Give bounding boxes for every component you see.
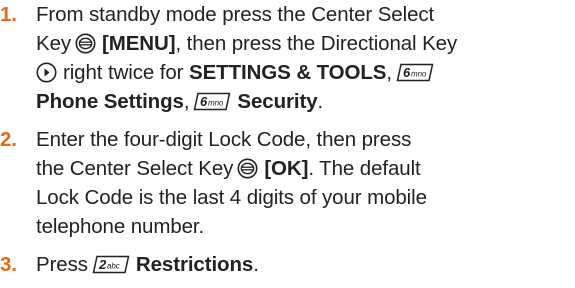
key-6-mno-icon: 6 mno — [193, 92, 231, 111]
svg-text:mno: mno — [208, 98, 224, 107]
step-number: 1. — [0, 3, 17, 26]
step-line: From standby mode press the Center Selec… — [36, 0, 575, 29]
svg-text:6: 6 — [200, 94, 208, 109]
step-text: . — [317, 90, 324, 113]
key-6-mno-icon: 6 mno — [396, 63, 434, 82]
ok-key-label: [OK] — [264, 157, 309, 180]
svg-text:abc: abc — [107, 261, 120, 270]
step-line: Press 2 abc Restrictions. — [36, 250, 575, 279]
step-line: Phone Settings, 6 mno Security. — [36, 87, 575, 116]
step-number: 3. — [0, 253, 17, 276]
center-select-key-icon — [75, 33, 96, 54]
step-line: telephone number. — [36, 212, 575, 241]
instruction-steps: 1. From standby mode press the Center Se… — [0, 0, 575, 288]
step-line: Enter the four-digit Lock Code, then pre… — [36, 125, 575, 154]
step-text: From standby mode press the Center Selec… — [36, 3, 435, 26]
step-1: 1. From standby mode press the Center Se… — [0, 0, 575, 116]
step-line: Lock Code is the last 4 digits of your m… — [36, 183, 575, 212]
step-text: , then press the Directional Key — [175, 32, 458, 55]
menu-phone-settings: Phone Settings — [36, 90, 184, 113]
svg-text:6: 6 — [403, 65, 411, 80]
step-3: 3. Press 2 abc Restrictions. — [0, 250, 575, 279]
key-2-abc-icon: 2 abc — [92, 255, 130, 274]
step-text: Press — [36, 253, 88, 276]
step-text: , — [386, 61, 392, 84]
step-text: Enter the four-digit Lock Code, then pre… — [36, 128, 412, 151]
step-text: telephone number. — [36, 215, 205, 238]
step-line: right twice for SETTINGS & TOOLS, 6 mno — [36, 58, 575, 87]
directional-key-right-icon — [36, 62, 57, 83]
step-text: Key — [36, 32, 72, 55]
step-number: 2. — [0, 128, 17, 151]
menu-settings-tools: SETTINGS & TOOLS — [189, 61, 387, 84]
step-text: , — [183, 90, 190, 113]
step-line: Key [MENU], then press the Directional Ke… — [36, 29, 575, 58]
menu-key-label: [MENU] — [102, 32, 176, 55]
step-text: Lock Code is the last 4 digits of your m… — [36, 186, 427, 209]
step-2: 2. Enter the four-digit Lock Code, then … — [0, 125, 575, 241]
menu-restrictions: Restrictions — [135, 253, 254, 276]
step-line: the Center Select Key [OK]. The default — [36, 154, 575, 183]
step-text: . The default — [308, 157, 421, 180]
svg-text:2: 2 — [98, 257, 107, 272]
svg-text:mno: mno — [411, 69, 427, 78]
step-text: . — [253, 253, 259, 276]
step-text: the Center Select Key — [36, 157, 234, 180]
center-select-key-icon — [237, 158, 258, 179]
step-text: right twice for — [63, 61, 184, 84]
menu-security: Security — [237, 90, 318, 113]
